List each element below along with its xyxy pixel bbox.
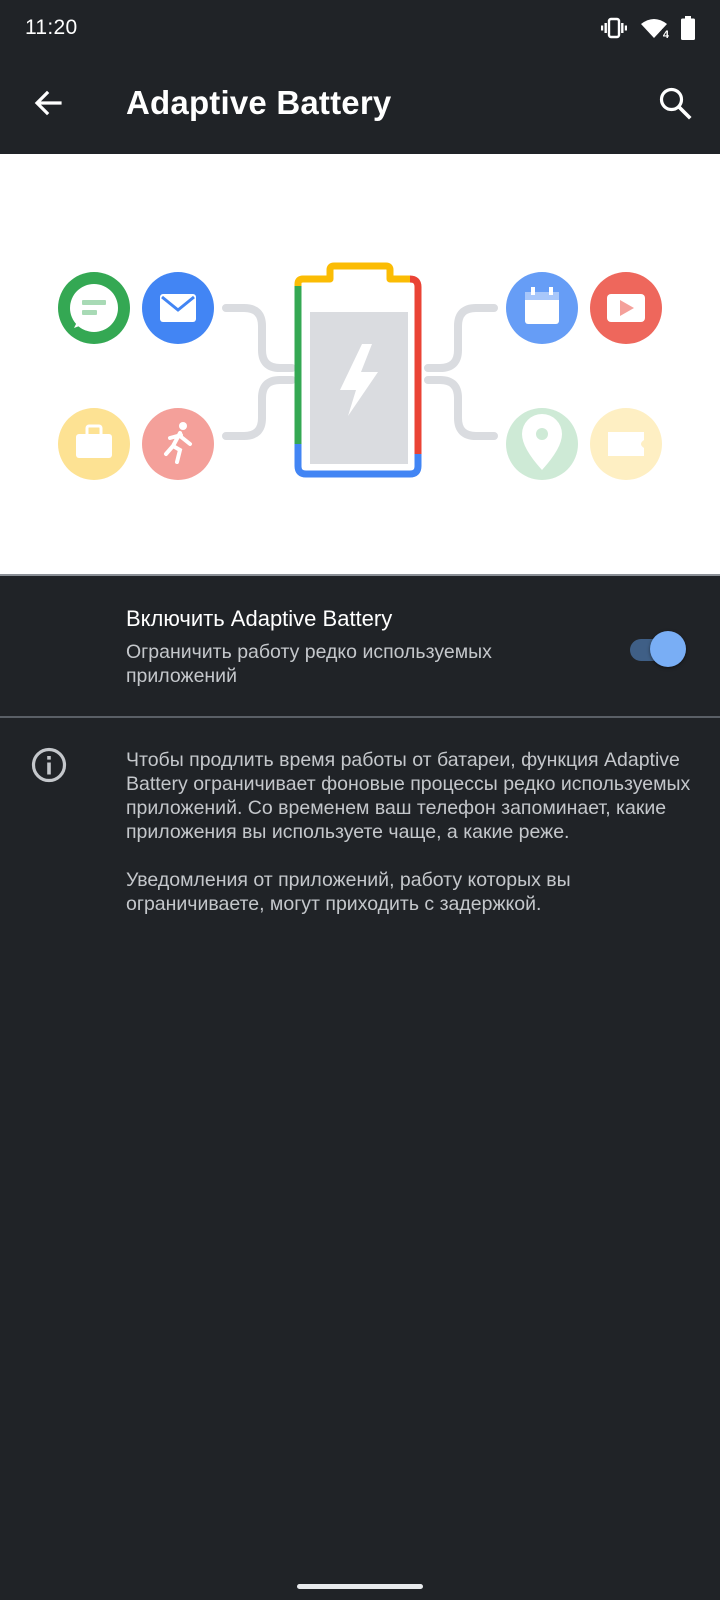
adaptive-battery-illustration xyxy=(0,154,720,574)
chat-icon xyxy=(58,272,130,344)
info-paragraph: Уведомления от приложений, работу которы… xyxy=(126,869,571,915)
status-icons: 4 xyxy=(601,16,695,41)
battery-bolt-icon xyxy=(294,262,422,478)
search-icon xyxy=(658,86,692,125)
status-bar: 11:20 4 xyxy=(0,0,720,56)
wifi-badge: 4 xyxy=(661,29,670,41)
status-time: 11:20 xyxy=(25,16,78,39)
calendar-icon xyxy=(506,272,578,344)
adaptive-battery-switch[interactable] xyxy=(628,628,688,668)
ticket-icon xyxy=(590,408,662,480)
info-icon xyxy=(30,746,68,784)
run-icon xyxy=(142,408,214,480)
adaptive-battery-screen: 11:20 4 Adaptive Battery Включить Adapti… xyxy=(0,0,720,1600)
section-divider xyxy=(0,716,720,718)
back-button[interactable] xyxy=(22,79,74,131)
app-bar: Adaptive Battery xyxy=(0,56,720,154)
search-button[interactable] xyxy=(648,78,702,132)
adaptive-battery-toggle-row[interactable]: Включить Adaptive Battery Ограничить раб… xyxy=(0,576,720,716)
video-icon xyxy=(590,272,662,344)
toggle-summary: Ограничить работу редко используемых при… xyxy=(126,641,492,687)
location-icon xyxy=(506,408,578,480)
mail-icon xyxy=(142,272,214,344)
arrow-back-icon xyxy=(32,87,64,124)
battery-icon xyxy=(681,16,695,40)
vibrate-icon xyxy=(601,17,627,39)
briefcase-icon xyxy=(58,408,130,480)
switch-thumb xyxy=(650,631,686,667)
info-text: Чтобы продлить время работы от батареи, … xyxy=(126,748,696,940)
gesture-nav-handle[interactable] xyxy=(297,1584,423,1589)
wifi-icon: 4 xyxy=(641,17,670,41)
toggle-title: Включить Adaptive Battery xyxy=(126,606,393,631)
info-paragraph: Чтобы продлить время работы от батареи, … xyxy=(126,749,691,843)
page-title: Adaptive Battery xyxy=(126,84,392,121)
